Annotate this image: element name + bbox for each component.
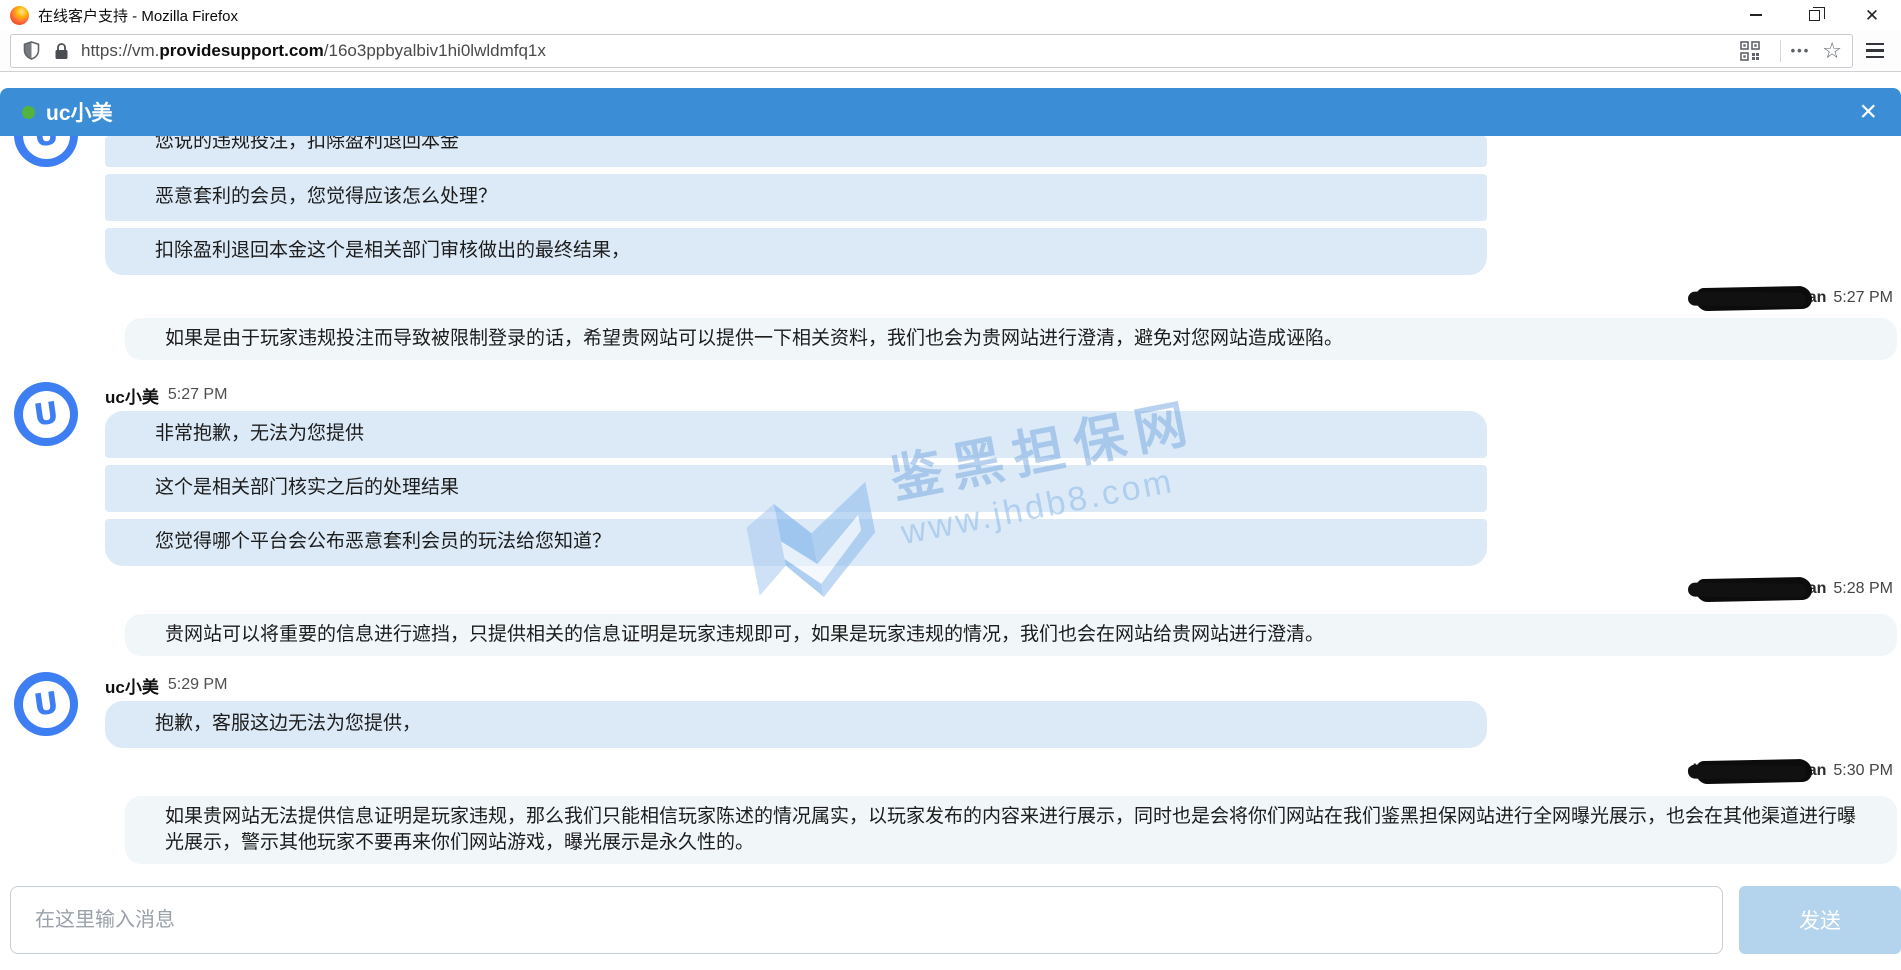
minimize-button[interactable] [1727,0,1785,30]
agent-message-bubble: 非常抱歉，无法为您提供 [105,411,1487,458]
redaction-scribble [1696,576,1812,601]
chat-message-list[interactable]: U 您说的违规投注，扣除盈利退回本金恶意套利的会员，您觉得应该怎么处理？ 扣除盈利退… [0,136,1901,878]
message-time: 5:27 PM [168,386,228,404]
page-actions-icon[interactable]: ••• [1791,43,1811,58]
message-text: 您说的违规投注，扣除盈利退回本金 [155,136,1457,155]
agent-bubble-stack: 抱歉，客服这边无法为您提供， [105,701,1487,748]
bookmark-star-icon[interactable]: ☆ [1822,40,1842,62]
message-time: 5:29 PM [168,676,228,694]
agent-name: uc小美 [105,383,159,408]
message-text: 非常抱歉，无法为您提供 [155,423,364,444]
agent-message-group: Uuc小美 5:29 PM 抱歉，客服这边无法为您提供， [0,674,1901,748]
chat-close-icon[interactable]: × [1859,97,1877,127]
redaction-scribble [1696,285,1812,310]
spacer [0,748,1901,758]
message-text: 您觉得哪个平台会公布恶意套利会员的玩法给您知道？ [155,531,611,552]
online-status-dot [22,106,35,119]
agent-bubble-stack: 非常抱歉，无法为您提供这个是相关部门核实之后的处理结果您觉得哪个平台会公布恶意套… [105,411,1487,566]
chat-window: uc小美 × U 您说的违规投注，扣除盈利退回本金恶意套利的会员，您觉得应该怎么处… [0,73,1901,970]
agent-avatar-icon: U [14,672,78,736]
agent-avatar-icon: U [14,382,78,446]
agent-avatar-inner: U [23,391,70,438]
restore-button[interactable] [1785,0,1843,30]
browser-titlebar: 在线客户支持 - Mozilla Firefox ✕ [0,0,1901,30]
visitor-message-bubble: 如果贵网站无法提供信息证明是玩家违规，那么我们只能相信玩家陈述的情况属实，以玩家… [125,796,1897,864]
agent-message-bubble: 恶意套利的会员，您觉得应该怎么处理？ [105,174,1487,221]
spacer [0,602,1901,614]
message-text: 这个是相关部门核实之后的处理结果 [155,477,459,498]
spacer [0,360,1901,384]
window-title: 在线客户支持 - Mozilla Firefox [38,5,238,26]
visitor-meta-row: an5:27 PM [0,285,1901,311]
message-text: 抱歉，客服这边无法为您提供， [155,713,421,734]
redaction-scribble [1696,758,1812,783]
spacer [0,784,1901,796]
agent-message-group: Uuc小美 5:27 PM 非常抱歉，无法为您提供这个是相关部门核实之后的处理结果您… [0,384,1901,566]
spacer [0,311,1901,318]
message-time: 5:28 PM [1833,580,1893,598]
agent-message-bubble: 扣除盈利退回本金这个是相关部门审核做出的最终结果， [105,228,1487,275]
restore-icon [1809,10,1820,21]
tracking-shield-icon[interactable] [21,41,41,61]
qr-scan-icon[interactable] [1740,41,1760,61]
agent-name: uc小美 [105,673,159,698]
spacer [0,656,1901,674]
agent-name-row: uc小美 5:27 PM [105,384,1901,406]
message-input[interactable] [10,886,1723,954]
spacer [0,275,1901,285]
firefox-icon [10,6,29,25]
lock-icon[interactable] [51,41,71,61]
chat-agent-name: uc小美 [46,97,113,127]
message-text: 恶意套利的会员，您觉得应该怎么处理？ [155,186,497,207]
close-icon: ✕ [1865,7,1879,24]
message-composer: 发送 [10,886,1901,954]
spacer [0,566,1901,576]
menu-hamburger-icon[interactable] [1866,43,1884,59]
send-button[interactable]: 发送 [1739,886,1901,954]
window-controls: ✕ [1727,0,1901,30]
close-window-button[interactable]: ✕ [1843,0,1901,30]
agent-message-bubble: 您说的违规投注，扣除盈利退回本金 [105,136,1487,167]
toolbar-separator [1780,40,1781,62]
agent-message-bubble: 这个是相关部门核实之后的处理结果 [105,465,1487,512]
minimize-icon [1750,14,1762,16]
message-text: 扣除盈利退回本金这个是相关部门审核做出的最终结果， [155,240,630,261]
visitor-message-bubble: 贵网站可以将重要的信息进行遮挡，只提供相关的信息证明是玩家违规即可，如果是玩家违… [125,614,1897,656]
message-time: 5:27 PM [1833,289,1893,307]
address-bar[interactable]: https://vm.providesupport.com/16o3ppbyal… [10,34,1853,68]
agent-avatar-inner: U [23,681,70,728]
agent-message-bubble: 抱歉，客服这边无法为您提供， [105,701,1487,748]
agent-bubble-stack: 您说的违规投注，扣除盈利退回本金恶意套利的会员，您觉得应该怎么处理？ 扣除盈利退回… [105,136,1487,275]
chat-header: uc小美 × [0,88,1901,136]
visitor-message-bubble: 如果是由于玩家违规投注而导致被限制登录的话，希望贵网站可以提供一下相关资料，我们… [125,318,1897,360]
agent-name-row: uc小美 5:29 PM [105,674,1901,696]
visitor-meta-row: an5:28 PM [0,576,1901,602]
visitor-meta-row: dinghaan5:30 PM [0,758,1901,784]
url-text[interactable]: https://vm.providesupport.com/16o3ppbyal… [81,41,1740,61]
message-time: 5:30 PM [1833,762,1893,780]
browser-toolbar: https://vm.providesupport.com/16o3ppbyal… [0,30,1901,72]
agent-message-group: U您说的违规投注，扣除盈利退回本金恶意套利的会员，您觉得应该怎么处理？扣除盈利退… [0,136,1901,275]
agent-message-bubble: 您觉得哪个平台会公布恶意套利会员的玩法给您知道？ [105,519,1487,566]
